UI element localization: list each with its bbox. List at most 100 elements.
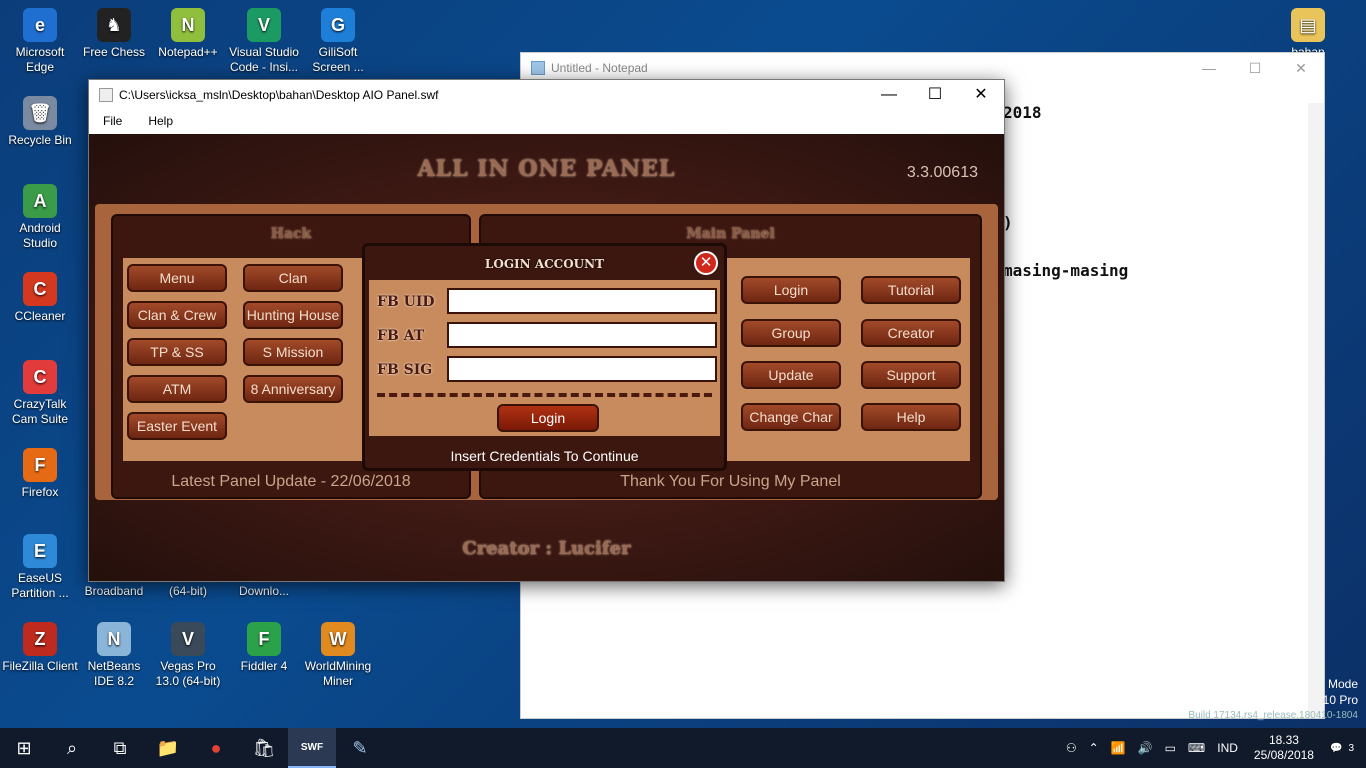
change-char-button[interactable]: Change Char [741,403,841,431]
desktop-icon-label: Visual Studio Code - Insi... [229,45,299,74]
atm-button[interactable]: ATM [127,375,227,403]
fb-uid-input[interactable] [447,288,717,314]
close-icon[interactable]: ✕ [694,251,718,275]
s-mission-button[interactable]: S Mission [243,338,343,366]
fb-sig-label: FB SIG [377,362,433,378]
notepad-maximize-button[interactable]: ☐ [1232,53,1278,83]
notepad-icon [531,61,545,75]
menu-help[interactable]: Help [134,114,185,128]
desktop-icon-vscode[interactable]: V Visual Studio Code - Insi... [226,8,302,75]
desktop-icon-label: CCleaner [14,309,66,323]
chrome-icon[interactable]: ● [192,728,240,768]
notepad-scrollbar[interactable] [1308,103,1324,718]
desktop-icon-label: FileZilla Client [2,659,78,673]
notepad-line: 2018 [1003,103,1042,122]
desktop-icon-ccleaner[interactable]: C CCleaner [2,272,78,324]
swf-minimize-button[interactable]: — [866,80,912,109]
notepad-title: Untitled - Notepad [551,61,648,75]
support-button[interactable]: Support [861,361,961,389]
clock-date: 25/08/2018 [1253,748,1314,762]
hunting-house-button[interactable]: Hunting House [243,301,343,329]
desktop-icon-netbeans[interactable]: N NetBeans IDE 8.2 [76,622,152,689]
anniversary-button[interactable]: 8 Anniversary [243,375,343,403]
taskbar: ⊞ ⌕ ⧉ 📁 ● 🛍 SWF ✎ ⚇ ⌃ 📶 🔊 ▭ ⌨ IND 18.33 … [0,728,1366,768]
network-icon[interactable]: 📶 [1105,741,1132,755]
easter-event-button[interactable]: Easter Event [127,412,227,440]
tp-ss-button[interactable]: TP & SS [127,338,227,366]
watermark-line: Build 17134.rs4_release.180410-1804 [1188,710,1358,721]
desktop-icon-gilisoft[interactable]: G GiliSoft Screen ... [300,8,376,75]
clan-crew-button[interactable]: Clan & Crew [127,301,227,329]
fb-sig-input[interactable] [447,356,717,382]
login-status-text: Insert Credentials To Continue [450,448,639,464]
login-panel-button[interactable]: Login [741,276,841,304]
fb-at-input[interactable] [447,322,717,348]
desktop-icon-label: Firefox [21,485,59,499]
store-icon[interactable]: 🛍 [240,728,288,768]
language-indicator[interactable]: IND [1211,741,1244,755]
clock-time: 18.33 [1268,733,1299,747]
menu-button[interactable]: Menu [127,264,227,292]
swf-player-taskbar-icon[interactable]: SWF [288,728,336,768]
swf-maximize-button[interactable]: ☐ [912,80,958,109]
desktop-icon-64bit[interactable]: (64-bit) [150,584,226,599]
desktop-icon-label: Fiddler 4 [240,659,288,673]
notepad-taskbar-icon[interactable]: ✎ [336,728,384,768]
panel-version: 3.3.00613 [906,164,978,181]
clock[interactable]: 18.33 25/08/2018 [1244,733,1324,763]
desktop-icon-label: Microsoft Edge [15,45,65,74]
desktop-icon-fiddler[interactable]: F Fiddler 4 [226,622,302,674]
creator-button[interactable]: Creator [861,319,961,347]
chevron-up-icon[interactable]: ⌃ [1083,741,1105,755]
desktop-icon-android-studio[interactable]: A Android Studio [2,184,78,251]
update-button[interactable]: Update [741,361,841,389]
desktop-icon-broadband[interactable]: Broadband [76,584,152,599]
people-icon[interactable]: ⚇ [1060,741,1083,755]
desktop-icon-crazytalk[interactable]: C CrazyTalk Cam Suite [2,360,78,427]
login-dialog-body: FB UID FB AT FB SIG Login [369,280,720,436]
crazytalk-icon: C [23,360,57,394]
desktop-icon-label: GiliSoft Screen ... [312,45,364,74]
hack-box-footer: Latest Panel Update - 22/06/2018 [171,473,411,490]
group-button[interactable]: Group [741,319,841,347]
swf-close-button[interactable]: ✕ [958,80,1004,109]
keyboard-icon[interactable]: ⌨ [1182,741,1211,755]
desktop-icon-notepadpp[interactable]: N Notepad++ [150,8,226,60]
battery-icon[interactable]: ▭ [1159,741,1182,755]
menu-file[interactable]: File [89,114,134,128]
file-explorer-icon[interactable]: 📁 [144,728,192,768]
desktop-icon-edge[interactable]: e Microsoft Edge [2,8,78,75]
desktop-icon-label: CrazyTalk Cam Suite [11,397,69,426]
notepad-line: masing-masing [1003,261,1129,280]
notepad-minimize-button[interactable]: — [1186,53,1232,83]
desktop-icon-firefox[interactable]: F Firefox [2,448,78,500]
desktop-icon-easeus[interactable]: E EaseUS Partition ... [2,534,78,601]
desktop-icon-label: Free Chess [82,45,146,59]
login-dialog-title: LOGIN ACCOUNT [484,257,605,271]
clan-button[interactable]: Clan [243,264,343,292]
login-button[interactable]: Login [497,404,599,432]
notification-center-icon[interactable]: 💬 3 [1324,743,1366,754]
notepadpp-icon: N [171,8,205,42]
task-view-icon[interactable]: ⧉ [96,728,144,768]
firefox-icon: F [23,448,57,482]
desktop-icon-label: Vegas Pro 13.0 (64-bit) [155,659,221,688]
desktop-icon-worldmining[interactable]: W WorldMining Miner [300,622,376,689]
volume-icon[interactable]: 🔊 [1132,741,1159,755]
help-button[interactable]: Help [861,403,961,431]
desktop-icon-free-chess[interactable]: ♞ Free Chess [76,8,152,60]
easeus-icon: E [23,534,57,568]
desktop-icon-recycle-bin[interactable]: 🗑 Recycle Bin [2,96,78,148]
notepad-line: ) [1003,213,1013,232]
desktop-icon-download[interactable]: Downlo... [226,584,302,599]
notepad-close-button[interactable]: ✕ [1278,53,1324,83]
swf-menubar: File Help [89,109,1004,133]
desktop-icon-label: Android Studio [19,221,61,250]
desktop-icon-vegas[interactable]: V Vegas Pro 13.0 (64-bit) [150,622,226,689]
notepad-text-area[interactable]: 2018 ) masing-masing [1003,103,1128,281]
tutorial-button[interactable]: Tutorial [861,276,961,304]
main-panel-footer: Thank You For Using My Panel [620,473,841,490]
search-icon[interactable]: ⌕ [48,728,96,768]
start-button[interactable]: ⊞ [0,728,48,768]
desktop-icon-filezilla[interactable]: Z FileZilla Client [2,622,78,674]
